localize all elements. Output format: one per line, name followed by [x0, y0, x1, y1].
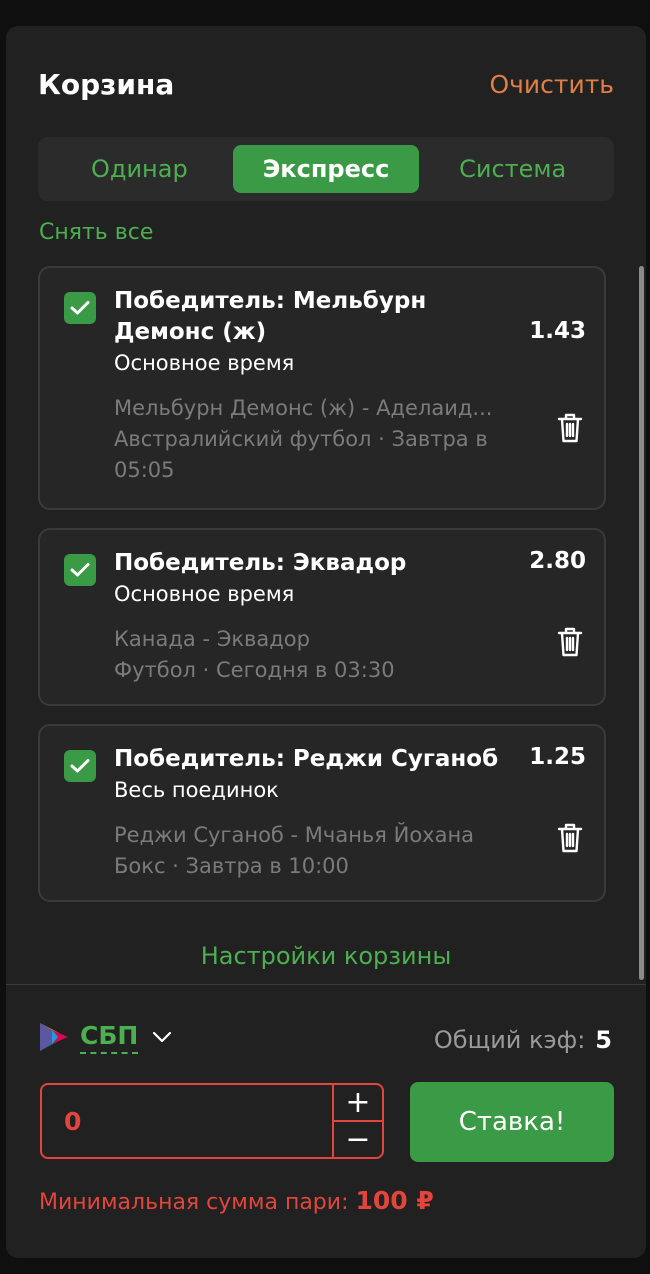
bet-outcome: Победитель: Эквадор: [114, 550, 407, 576]
bet-slip-panel: Корзина Очистить Одинар Экспресс Система…: [6, 26, 646, 1258]
bet-period: Весь поединок: [114, 778, 279, 802]
deselect-all-link[interactable]: Снять все: [39, 220, 153, 245]
tab-express[interactable]: Экспресс: [232, 145, 420, 193]
trash-icon[interactable]: [556, 626, 584, 658]
scrollbar[interactable]: [639, 266, 644, 980]
bet-outcome: Победитель: Реджи Суганоб: [114, 746, 499, 772]
stake-input-group: 0 + −: [40, 1083, 384, 1159]
tab-system[interactable]: Система: [419, 145, 606, 193]
bet-odds: 1.43: [529, 318, 586, 344]
check-icon: [70, 301, 90, 315]
bet-meta: Мельбурн Демонс (ж) - Аделаид... Австрал…: [114, 393, 586, 486]
place-bet-button[interactable]: Ставка!: [410, 1082, 614, 1162]
increment-button[interactable]: +: [334, 1085, 382, 1120]
bet-info: Футбол · Сегодня в 03:30: [114, 658, 395, 682]
bet-period: Основное время: [114, 582, 295, 606]
tab-single[interactable]: Одинар: [46, 145, 233, 193]
decrement-button[interactable]: −: [334, 1120, 382, 1157]
stake-input[interactable]: 0: [42, 1085, 332, 1157]
bet-item: Победитель: Реджи Суганоб 1.25 Весь поед…: [38, 724, 606, 902]
payment-method-name: СБП: [80, 1021, 139, 1054]
trash-icon[interactable]: [556, 822, 584, 854]
total-odds-label: Общий кэф:: [433, 1026, 586, 1054]
min-sum-warning: Минимальная сумма пари: 100 ₽: [39, 1186, 434, 1215]
header: Корзина Очистить: [38, 64, 614, 104]
bet-item: Победитель: Эквадор 2.80 Основное время …: [38, 528, 606, 706]
page-title: Корзина: [38, 67, 175, 101]
bet-item: Победитель: Мельбурн Демонс (ж) 1.43 Осн…: [38, 266, 606, 510]
total-odds: Общий кэф: 5: [434, 1026, 612, 1054]
payment-method-selector[interactable]: СБП: [38, 1016, 172, 1058]
bet-odds: 2.80: [529, 548, 586, 574]
check-icon: [70, 759, 90, 773]
sbp-logo-icon: [40, 1023, 68, 1051]
bet-match: Канада - Эквадор: [114, 627, 310, 651]
bet-match: Реджи Суганоб - Мчанья Йохана: [114, 823, 475, 847]
checkbox[interactable]: [64, 292, 96, 324]
min-sum-value: 100 ₽: [355, 1186, 434, 1215]
bet-match: Мельбурн Демонс (ж) - Аделаид...: [114, 396, 493, 420]
bet-info: Бокс · Завтра в 10:00: [114, 854, 349, 878]
bet-outcome: Победитель: Мельбурн Демонс (ж): [114, 288, 427, 345]
bet-info: Австралийский футбол · Завтра в 05:05: [114, 427, 488, 482]
bet-meta: Канада - Эквадор Футбол · Сегодня в 03:3…: [114, 624, 586, 686]
bet-period: Основное время: [114, 351, 295, 375]
bet-meta: Реджи Суганоб - Мчанья Йохана Бокс · Зав…: [114, 820, 586, 882]
min-sum-label: Минимальная сумма пари:: [39, 1190, 349, 1215]
stake-stepper: + −: [332, 1085, 382, 1157]
clear-button[interactable]: Очистить: [489, 70, 614, 99]
check-icon: [70, 563, 90, 577]
trash-icon[interactable]: [556, 412, 584, 444]
total-odds-value: 5: [595, 1026, 612, 1054]
cart-settings-link[interactable]: Настройки корзины: [6, 942, 646, 970]
divider: [6, 984, 646, 985]
bet-type-tabs: Одинар Экспресс Система: [38, 137, 614, 201]
bet-odds: 1.25: [529, 744, 586, 770]
checkbox[interactable]: [64, 750, 96, 782]
checkbox[interactable]: [64, 554, 96, 586]
chevron-down-icon: [153, 1031, 172, 1043]
bet-list: Победитель: Мельбурн Демонс (ж) 1.43 Осн…: [38, 266, 606, 920]
